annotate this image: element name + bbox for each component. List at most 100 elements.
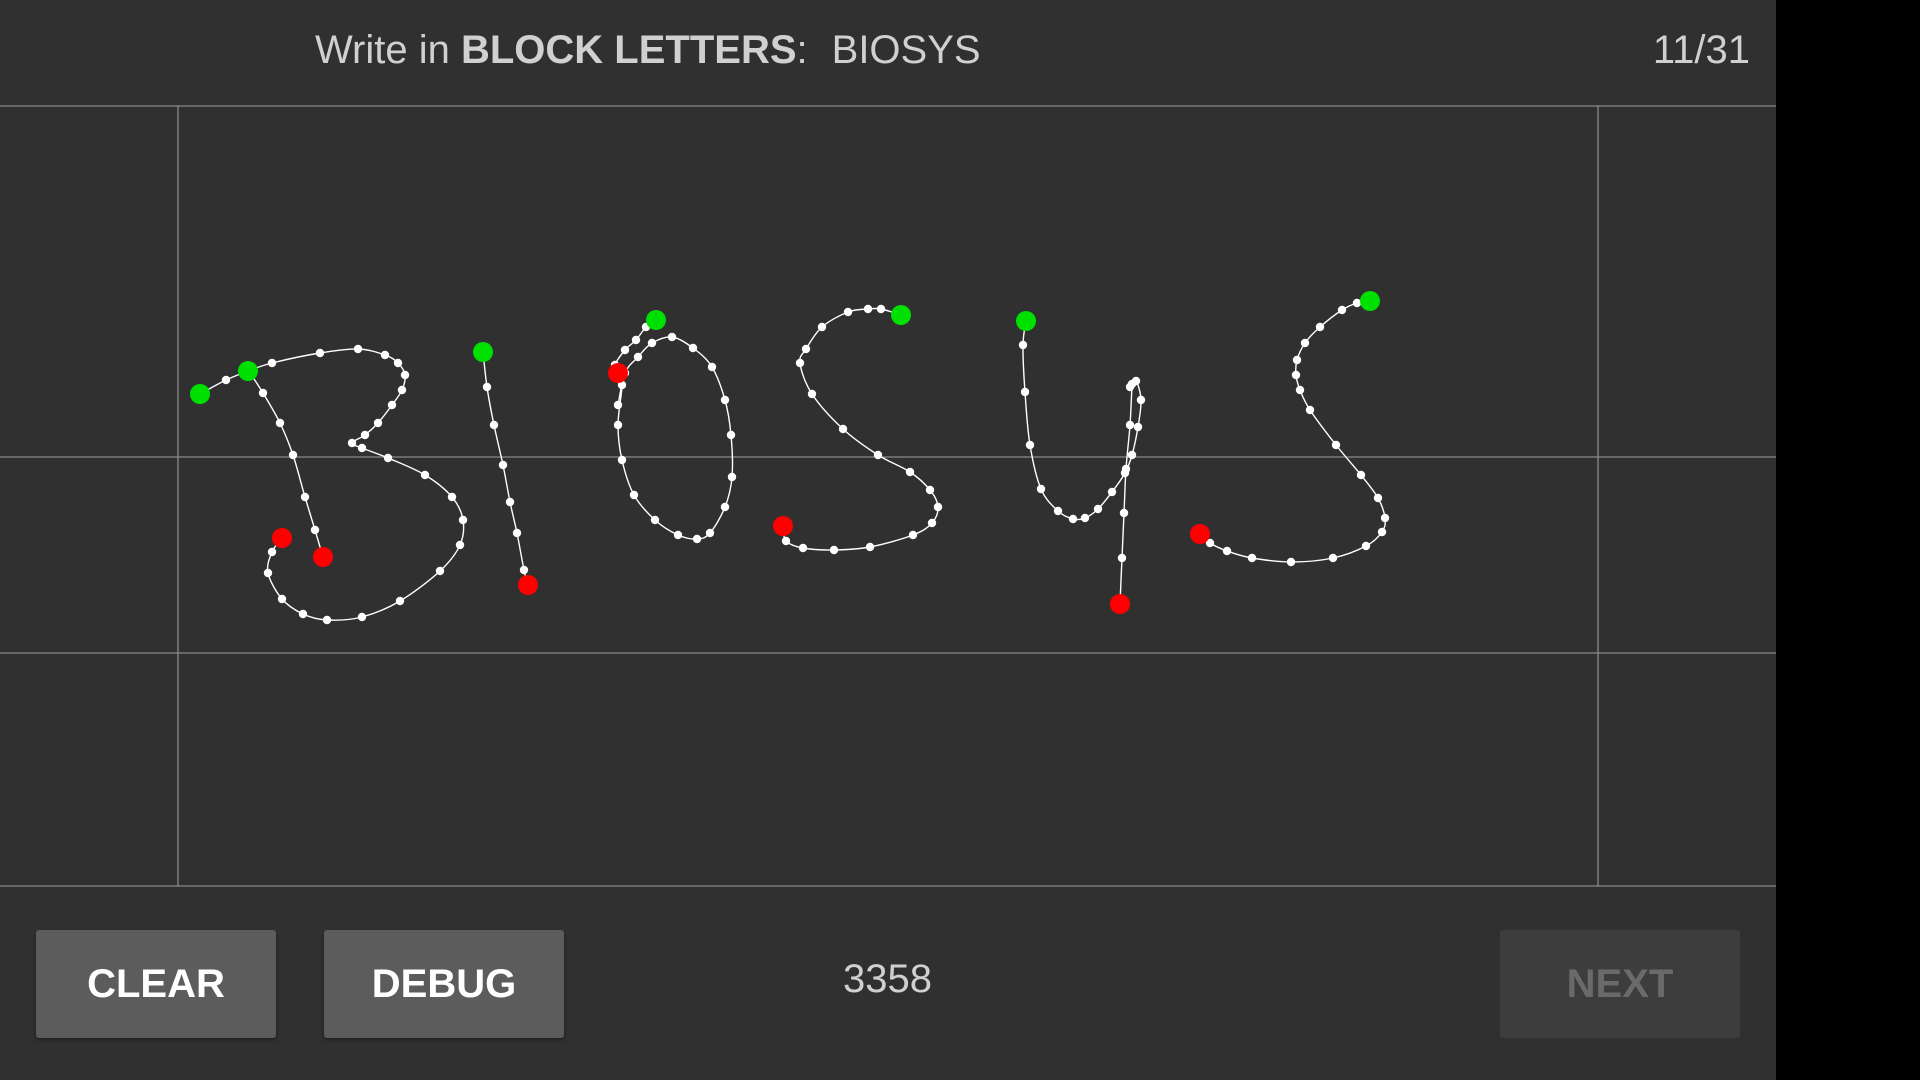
ink-sample-point bbox=[629, 490, 639, 500]
ink-sample-point bbox=[726, 430, 736, 440]
ink-sample-point bbox=[482, 382, 492, 392]
ink-sample-point bbox=[631, 335, 641, 345]
ink-sample-point bbox=[353, 344, 363, 354]
ink-sample-point bbox=[380, 350, 390, 360]
stroke-end-marker bbox=[1110, 594, 1130, 614]
ink-sample-point bbox=[1107, 487, 1117, 497]
ink-sample-point bbox=[838, 424, 848, 434]
ink-sample-point bbox=[873, 450, 883, 460]
ink-sample-point bbox=[843, 307, 853, 317]
ink-sample-point bbox=[1356, 470, 1366, 480]
ink-sample-point bbox=[447, 492, 457, 502]
stroke-end-marker bbox=[272, 528, 292, 548]
ink-sample-point bbox=[1328, 553, 1338, 563]
ink-sample-point bbox=[300, 492, 310, 502]
ink-sample-point bbox=[1315, 322, 1325, 332]
stroke-start-marker bbox=[1360, 291, 1380, 311]
ink-sample-point bbox=[1117, 553, 1127, 563]
stroke-end-marker bbox=[773, 516, 793, 536]
handwriting-screen: Write in BLOCK LETTERS: BIOSYS 11/31 CLEA… bbox=[0, 0, 1776, 1080]
ink-sample-point bbox=[275, 418, 285, 428]
prompt-prefix: Write in bbox=[315, 28, 461, 72]
ink-sample-point bbox=[705, 528, 715, 538]
ink-sample-point bbox=[1053, 506, 1063, 516]
ink-sample-point bbox=[1133, 422, 1143, 432]
ink-sample-point bbox=[393, 358, 403, 368]
ink-stroke bbox=[614, 319, 734, 540]
ink-sample-point bbox=[315, 348, 325, 358]
ink-sample-point bbox=[277, 594, 287, 604]
ink-sample-point bbox=[650, 515, 660, 525]
writing-prompt: Write in BLOCK LETTERS: BIOSYS bbox=[315, 28, 981, 73]
ink-sample-point bbox=[288, 450, 298, 460]
ink-sample-point bbox=[927, 518, 937, 528]
ink-sample-point bbox=[633, 352, 643, 362]
stroke-end-marker bbox=[608, 363, 628, 383]
ink-sample-point bbox=[1121, 464, 1131, 474]
ink-stroke bbox=[1119, 383, 1133, 605]
ink-sample-point bbox=[455, 540, 465, 550]
ink-sample-point bbox=[795, 358, 805, 368]
ink-sample-point bbox=[1036, 484, 1046, 494]
ink-sample-point bbox=[322, 615, 332, 625]
ink-sample-point bbox=[1127, 379, 1137, 389]
next-button[interactable]: NEXT bbox=[1500, 930, 1740, 1038]
prompt-emphasis: BLOCK LETTERS bbox=[460, 28, 797, 72]
ink-sample-point bbox=[798, 543, 808, 553]
stroke-start-marker bbox=[1016, 311, 1036, 331]
ink-sample-point bbox=[727, 472, 737, 482]
ink-sample-point bbox=[925, 485, 935, 495]
ink-sample-point bbox=[310, 525, 320, 535]
header-bar: Write in BLOCK LETTERS: BIOSYS 11/31 bbox=[0, 0, 1776, 105]
ink-sample-point bbox=[1292, 355, 1302, 365]
ink-sample-point bbox=[1373, 493, 1383, 503]
ink-sample-point bbox=[692, 534, 702, 544]
ink-sample-point bbox=[395, 596, 405, 606]
clear-button[interactable]: CLEAR bbox=[36, 930, 276, 1038]
ink-sample-point bbox=[933, 502, 943, 512]
ink-sample-point bbox=[613, 400, 623, 410]
target-word: BIOSYS bbox=[831, 28, 981, 72]
ink-sample-point bbox=[347, 438, 357, 448]
ink-sample-point bbox=[1305, 405, 1315, 415]
ink-sample-point bbox=[720, 502, 730, 512]
ink-sample-point bbox=[1337, 305, 1347, 315]
ink-sample-point bbox=[397, 385, 407, 395]
ink-stroke bbox=[1199, 300, 1386, 563]
ink-sample-point bbox=[1127, 450, 1137, 460]
prompt-suffix: : bbox=[796, 28, 808, 72]
ink-sample-point bbox=[357, 443, 367, 453]
ink-sample-point bbox=[263, 568, 273, 578]
ink-sample-point bbox=[781, 536, 791, 546]
guide-lines bbox=[0, 105, 1776, 887]
ink-sample-point bbox=[801, 344, 811, 354]
ink-sample-point bbox=[458, 515, 468, 525]
ink-sample-point bbox=[673, 530, 683, 540]
ink-sample-point bbox=[383, 453, 393, 463]
ink-sample-point bbox=[707, 362, 717, 372]
writing-canvas[interactable] bbox=[0, 105, 1776, 887]
ink-sample-point bbox=[221, 375, 231, 385]
ink-sample-point bbox=[1291, 370, 1301, 380]
ink-stroke bbox=[782, 307, 939, 551]
ink-sample-point bbox=[267, 547, 277, 557]
ink-sample-point bbox=[489, 420, 499, 430]
ink-sample-point bbox=[1247, 553, 1257, 563]
ink-stroke bbox=[247, 348, 465, 621]
ink-sample-point bbox=[1136, 395, 1146, 405]
ink-sample-point bbox=[1020, 387, 1030, 397]
ink-sample-point bbox=[720, 395, 730, 405]
ink-sample-point bbox=[498, 460, 508, 470]
ink-sample-point bbox=[505, 497, 515, 507]
ink-sample-point bbox=[420, 470, 430, 480]
ink-sample-point bbox=[865, 542, 875, 552]
stroke-end-marker bbox=[518, 575, 538, 595]
ink-sample-point bbox=[807, 389, 817, 399]
ink-sample-point bbox=[863, 304, 873, 314]
ink-sample-point bbox=[905, 467, 915, 477]
ink-sample-point bbox=[357, 612, 367, 622]
ink-sample-point bbox=[1377, 527, 1387, 537]
debug-button[interactable]: DEBUG bbox=[324, 930, 564, 1038]
ink-sample-point bbox=[1025, 440, 1035, 450]
stroke-start-marker bbox=[891, 305, 911, 325]
